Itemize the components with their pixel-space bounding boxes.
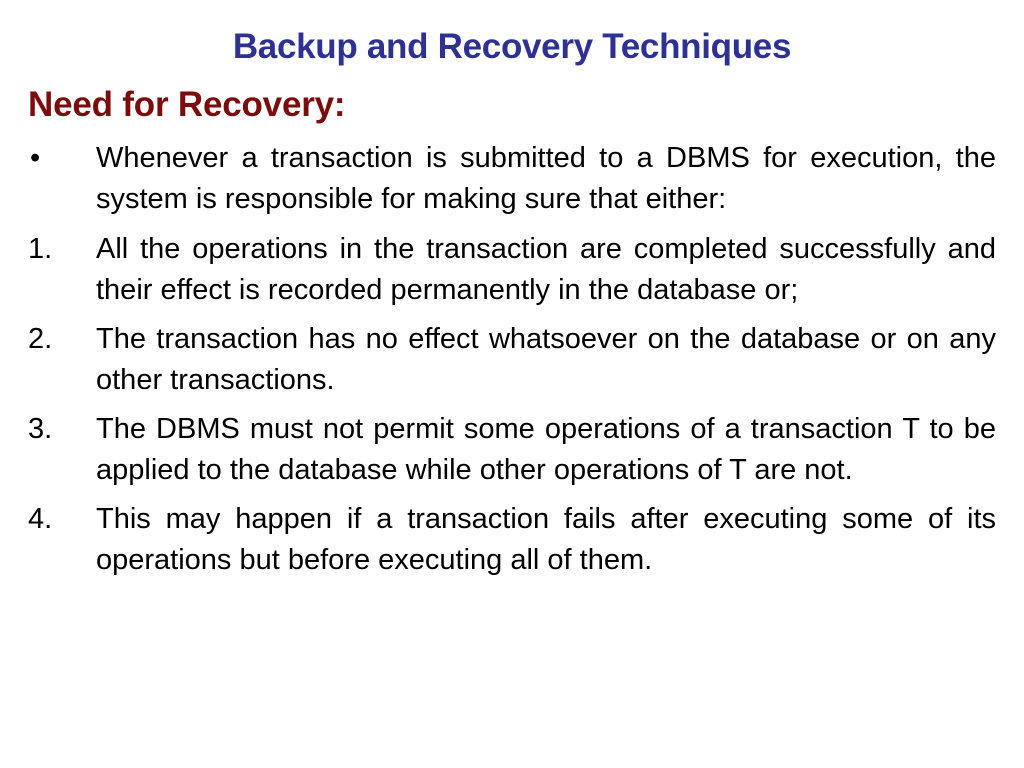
list-item-number: 1. — [28, 233, 53, 265]
section-heading: Need for Recovery: — [28, 85, 346, 124]
list-item-text: The transaction has no effect whatsoever… — [96, 323, 996, 396]
list-item-number: 2. — [28, 323, 53, 355]
list-item: 3. The DBMS must not permit some operati… — [28, 409, 996, 491]
list-item: 4. This may happen if a transaction fail… — [28, 499, 996, 581]
list-item: 1. All the operations in the transaction… — [28, 229, 996, 311]
bullet-icon: • — [30, 142, 41, 174]
list-item-text: This may happen if a transaction fails a… — [96, 503, 996, 576]
intro-bullet-item: • Whenever a transaction is submitted to… — [28, 138, 996, 220]
list-item-text: All the operations in the transaction ar… — [96, 233, 996, 306]
slide-title: Backup and Recovery Techniques — [232, 27, 792, 66]
list-item-number: 3. — [28, 413, 53, 445]
intro-text: Whenever a transaction is submitted to a… — [96, 142, 996, 215]
list-item-number: 4. — [28, 503, 53, 535]
list-item: 2. The transaction has no effect whatsoe… — [28, 319, 996, 401]
list-item-text: The DBMS must not permit some operations… — [96, 413, 996, 486]
slide-content: • Whenever a transaction is submitted to… — [28, 138, 996, 589]
